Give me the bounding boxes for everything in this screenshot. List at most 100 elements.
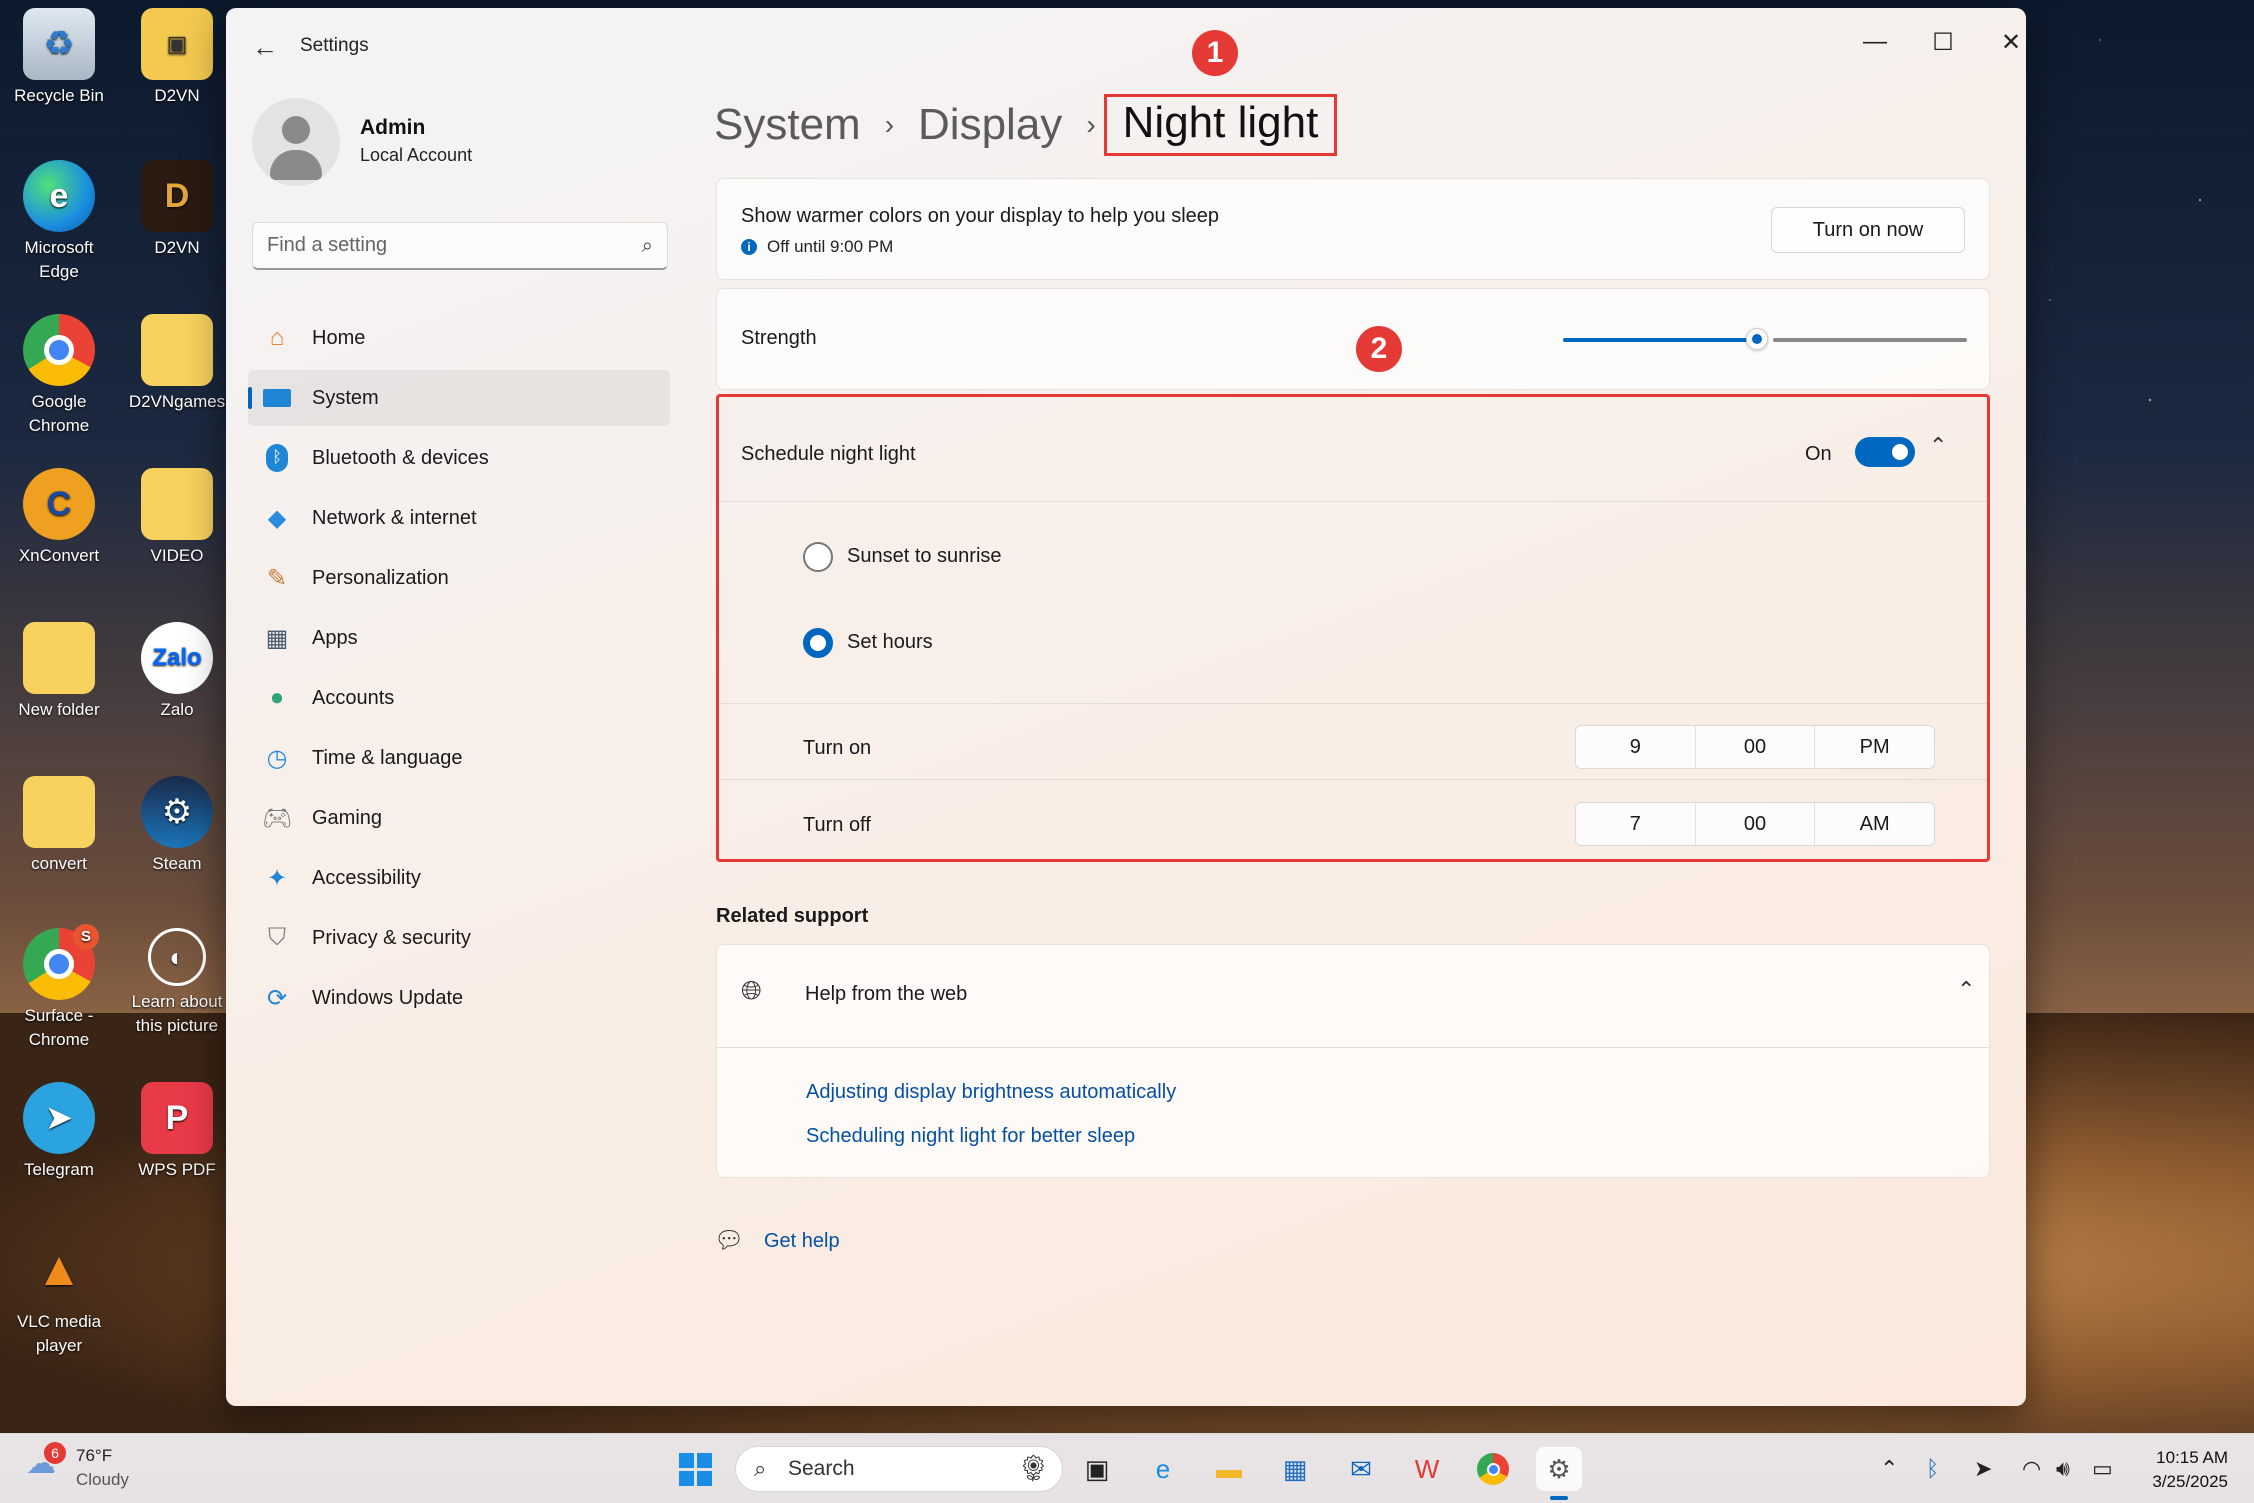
weather-badge: 6 <box>44 1442 66 1464</box>
bluetooth-tray-icon[interactable]: ᛒ <box>1926 1456 1939 1482</box>
turn-on-time-picker[interactable]: 9 00 PM <box>1575 725 1935 769</box>
toggle-state-label: On <box>1805 443 1832 465</box>
chevron-up-icon[interactable]: ⌃ <box>1929 433 1947 459</box>
annotation-marker-1: 1 <box>1192 30 1238 76</box>
desktop-icon-surface-chrome[interactable]: S Surface - Chrome <box>0 924 118 1052</box>
task-view-icon[interactable]: ▣ <box>1074 1447 1120 1491</box>
search-icon: ⌕ <box>754 1456 767 1481</box>
strength-slider[interactable] <box>1563 328 1967 352</box>
weather-condition[interactable]: Cloudy <box>76 1470 129 1490</box>
settings-taskbar-icon[interactable]: ⚙ <box>1536 1447 1582 1491</box>
sidebar-item-home[interactable]: ⌂ Home <box>248 310 670 366</box>
avatar[interactable] <box>252 98 340 186</box>
profile-account-type: Local Account <box>360 145 473 165</box>
breadcrumb-system[interactable]: System <box>714 100 861 150</box>
sidebar-item-apps[interactable]: ▦ Apps <box>248 610 670 666</box>
turn-off-hour[interactable]: 7 <box>1576 803 1696 845</box>
sidebar-item-time-language[interactable]: ◷ Time & language <box>248 730 670 786</box>
desktop-icon-d2vn-folder[interactable]: ▣ D2VN <box>118 8 236 108</box>
store-icon[interactable]: ▦ <box>1272 1447 1318 1491</box>
desktop-icon-recycle-bin[interactable]: ♻ Recycle Bin <box>0 8 118 108</box>
radio-set-hours[interactable] <box>803 628 833 658</box>
annotation-marker-2: 2 <box>1356 326 1402 372</box>
divider <box>719 501 1987 502</box>
turn-off-minute[interactable]: 00 <box>1696 803 1816 845</box>
desktop-icon-video[interactable]: VIDEO <box>118 468 236 568</box>
help-from-web-card: 🌐︎ Help from the web ⌃ Adjusting display… <box>716 944 1990 1178</box>
link-adjusting-brightness[interactable]: Adjusting display brightness automatical… <box>806 1081 1176 1104</box>
back-arrow-icon[interactable]: ← <box>252 32 278 63</box>
desktop-icon-telegram[interactable]: ➤ Telegram <box>0 1082 118 1182</box>
sidebar-item-network[interactable]: ◆ Network & internet <box>248 490 670 546</box>
chrome-taskbar-icon[interactable] <box>1470 1447 1516 1491</box>
desktop-icon-new-folder[interactable]: New folder <box>0 622 118 722</box>
search-icon: ⌕ <box>641 235 653 257</box>
weather-temp[interactable]: 76°F <box>76 1446 112 1466</box>
personalization-icon: ✎ <box>266 564 288 592</box>
edge-taskbar-icon[interactable]: e <box>1140 1447 1186 1491</box>
sidebar-item-accounts[interactable]: ● Accounts <box>248 670 670 726</box>
globe-icon: 🌐︎ <box>741 975 762 1005</box>
schedule-toggle[interactable] <box>1855 437 1915 467</box>
start-button[interactable] <box>672 1447 718 1491</box>
network-icon: ◆ <box>267 504 287 532</box>
chevron-up-tray-icon[interactable]: ⌃ <box>1880 1456 1898 1482</box>
slider-thumb[interactable] <box>1746 328 1768 350</box>
taskbar: ☁ 6 76°F Cloudy ⌕ Search 🌻︎ ▣ e ▬ ▦ ✉ W … <box>0 1433 2254 1503</box>
gaming-icon: 🎮︎ <box>261 804 293 832</box>
battery-tray-icon[interactable]: ▭ <box>2092 1456 2113 1482</box>
related-support-title: Related support <box>716 905 869 927</box>
taskbar-search[interactable]: ⌕ Search 🌻︎ <box>735 1446 1063 1492</box>
turn-on-period[interactable]: PM <box>1815 726 1934 768</box>
turn-off-label: Turn off <box>803 814 871 836</box>
radio-sunset-to-sunrise[interactable] <box>803 542 833 572</box>
search-input[interactable]: Find a setting ⌕ <box>252 222 668 270</box>
maximize-button[interactable]: ☐ <box>1920 22 1966 62</box>
turn-on-minute[interactable]: 00 <box>1696 726 1816 768</box>
desktop-icon-convert[interactable]: convert <box>0 776 118 876</box>
breadcrumb-display[interactable]: Display <box>918 100 1062 150</box>
volume-tray-icon[interactable]: 🔊︎ <box>2056 1456 2070 1482</box>
desktop-icon-zalo[interactable]: Zalo Zalo <box>118 622 236 722</box>
desktop-icon-chrome[interactable]: Google Chrome <box>0 314 118 438</box>
sidebar-item-personalization[interactable]: ✎ Personalization <box>248 550 670 606</box>
clock[interactable]: 10:15 AM 3/25/2025 <box>2152 1446 2228 1494</box>
desktop-icon-steam[interactable]: ⚙ Steam <box>118 776 236 876</box>
desktop-icon-vlc[interactable]: ▲ VLC media player <box>0 1234 118 1358</box>
turn-on-hour[interactable]: 9 <box>1576 726 1696 768</box>
turn-off-period[interactable]: AM <box>1815 803 1934 845</box>
sidebar-item-gaming[interactable]: 🎮︎ Gaming <box>248 790 670 846</box>
desktop-icon-d2vngames[interactable]: D2VNgames <box>118 314 236 414</box>
desktop-icon-wps-pdf[interactable]: P WPS PDF <box>118 1082 236 1182</box>
wifi-tray-icon[interactable]: ◠ <box>2022 1456 2041 1482</box>
desktop-icon-edge[interactable]: e Microsoft Edge <box>0 160 118 284</box>
turn-off-time-picker[interactable]: 7 00 AM <box>1575 802 1935 846</box>
sidebar-item-windows-update[interactable]: ⟳ Windows Update <box>248 970 670 1026</box>
schedule-label: Schedule night light <box>741 443 916 465</box>
wps-office-icon[interactable]: W <box>1404 1447 1450 1491</box>
turn-on-now-button[interactable]: Turn on now <box>1771 207 1965 253</box>
sidebar-item-privacy[interactable]: ⛉ Privacy & security <box>248 910 670 966</box>
privacy-icon: ⛉ <box>268 924 286 951</box>
location-tray-icon[interactable]: ➤ <box>1974 1456 1992 1482</box>
sidebar-item-system[interactable]: System <box>248 370 670 426</box>
link-scheduling-night-light[interactable]: Scheduling night light for better sleep <box>806 1125 1135 1148</box>
sidebar-item-accessibility[interactable]: ✦ Accessibility <box>248 850 670 906</box>
sidebar-item-bluetooth[interactable]: ᛒ Bluetooth & devices <box>248 430 670 486</box>
night-light-status: i Off until 9:00 PM <box>741 237 893 257</box>
edge-icon: e <box>23 160 95 232</box>
accessibility-icon: ✦ <box>266 864 288 892</box>
get-help-link[interactable]: Get help <box>764 1230 840 1253</box>
zalo-icon: Zalo <box>141 622 213 694</box>
file-explorer-icon[interactable]: ▬ <box>1206 1447 1252 1491</box>
close-button[interactable]: ✕ <box>1988 22 2026 62</box>
desktop-icon-learn-picture[interactable]: ◐ Learn about this picture <box>118 928 236 1038</box>
minimize-button[interactable]: — <box>1852 22 1898 62</box>
outlook-icon[interactable]: ✉ <box>1338 1447 1384 1491</box>
strength-label: Strength <box>741 327 817 349</box>
night-light-card: Show warmer colors on your display to he… <box>716 178 1990 280</box>
desktop-icon-xnconvert[interactable]: C XnConvert <box>0 468 118 568</box>
chevron-up-icon[interactable]: ⌃ <box>1957 977 1975 1003</box>
desktop-icon-d2vn[interactable]: D D2VN <box>118 160 236 260</box>
chevron-right-icon: › <box>884 109 895 140</box>
